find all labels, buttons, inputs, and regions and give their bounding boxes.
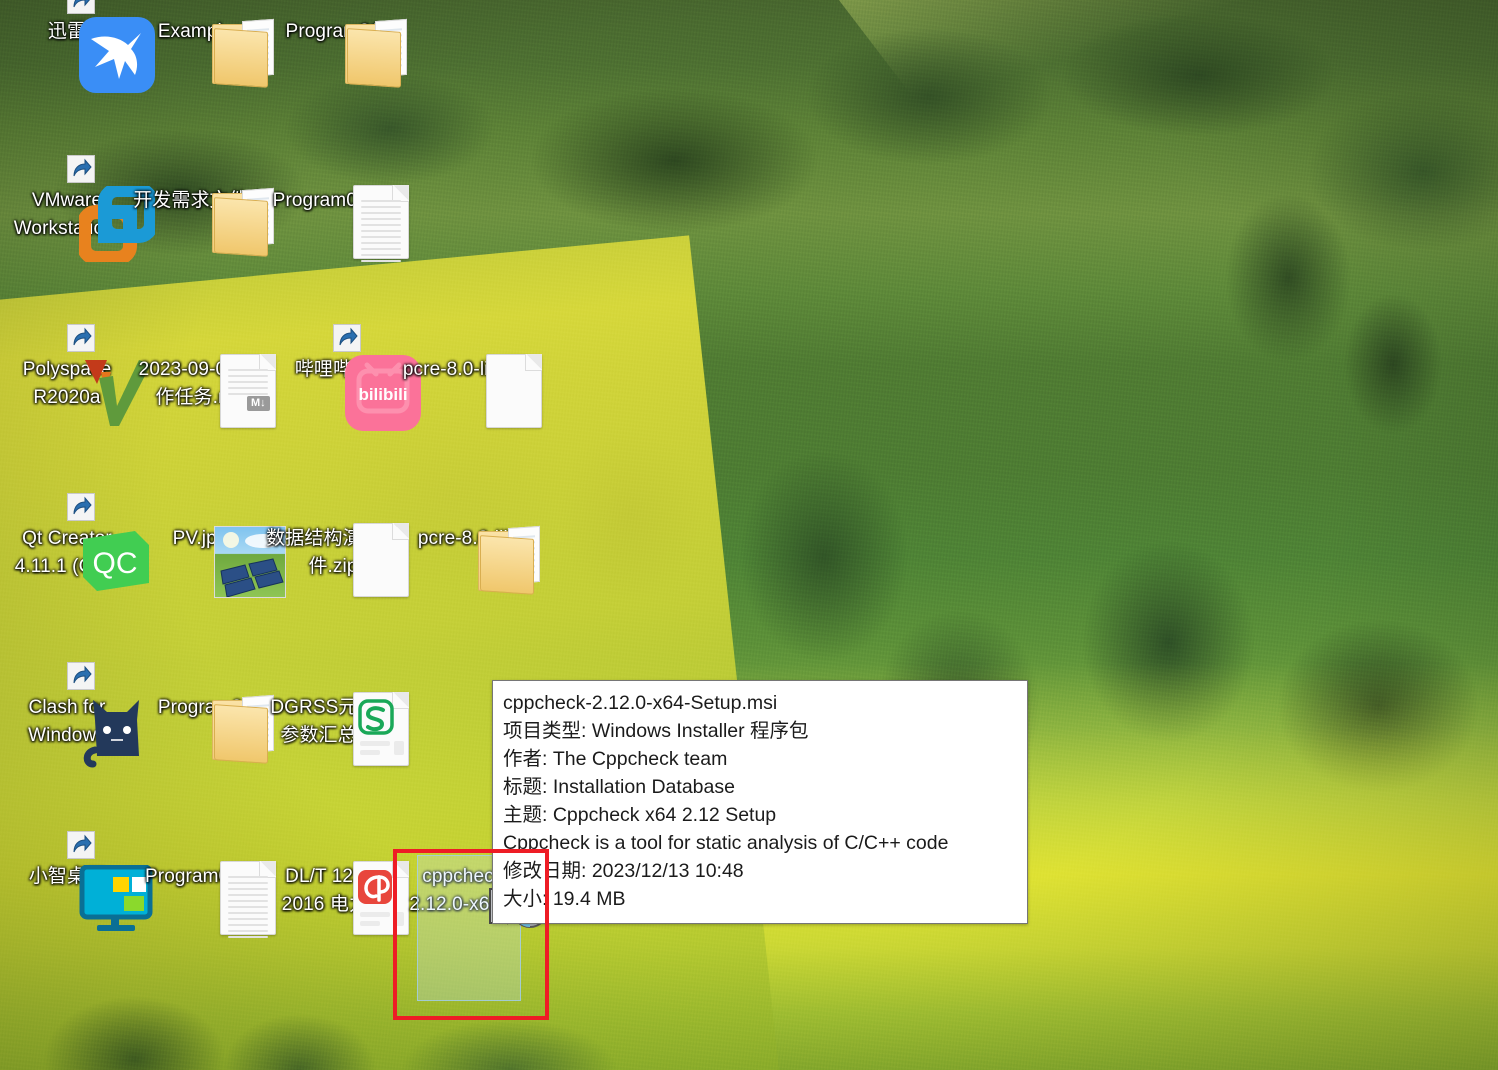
desktop-icon-examples[interactable]: Examples (133, 14, 274, 88)
desktop-background[interactable]: 迅雷 Examples Program01 VMware Workstatio... 开… (0, 0, 1498, 1070)
shortcut-overlay-icon (67, 662, 95, 690)
desktop-icon-devdocs[interactable]: 开发需求文件夹 (133, 183, 274, 257)
desktop-icon-worktask[interactable]: M↓ 2023-09-04 工作任务.md (133, 352, 276, 428)
desktop-icon-dgrssxls[interactable]: DGRSS元器件参数汇总.xls (266, 690, 409, 766)
tooltip-line-modified: 修改日期: 2023/12/13 10:48 (503, 860, 744, 882)
desktop-icon-xiaozhi[interactable]: 小智桌面 (0, 831, 153, 931)
wps-spreadsheet-icon (353, 692, 409, 766)
shortcut-overlay-icon (67, 493, 95, 521)
tooltip-line-subject: 主题: Cppcheck x64 2.12 Setup (503, 804, 777, 826)
shortcut-overlay-icon (67, 324, 95, 352)
tooltip-line-filename: cppcheck-2.12.0-x64-Setup.msi (503, 692, 778, 714)
desktop-icon-dlt1230[interactable]: DL/T 1230-2016 电力... (266, 859, 409, 935)
shortcut-overlay-icon (67, 155, 95, 183)
desktop-icon-program0txt[interactable]: Program0.txt (133, 859, 276, 938)
desktop-icon-vmware[interactable]: VMware Workstatio... (0, 155, 158, 265)
shortcut-overlay-icon (67, 831, 95, 859)
svg-text:bilibili: bilibili (358, 385, 407, 404)
desktop-icon-polyspace[interactable]: Polyspace R2020a (0, 324, 151, 426)
tooltip-line-comment: Cppcheck is a tool for static analysis o… (503, 832, 949, 854)
svg-text:QC: QC (93, 547, 138, 580)
desktop-icon-clash[interactable]: Clash for Windows (0, 662, 139, 768)
file-info-tooltip: cppcheck-2.12.0-x64-Setup.msi 项目类型: Wind… (492, 680, 1028, 924)
folder-icon (345, 18, 419, 88)
blank-file-icon (486, 354, 542, 428)
desktop-icon-program01txt[interactable]: Program01.txt (266, 183, 409, 262)
desktop-icon-program0[interactable]: Program0 (133, 690, 274, 764)
text-file-icon (353, 185, 409, 262)
desktop-icon-bilibili[interactable]: bilibili 哔哩哔哩 (266, 324, 421, 431)
tooltip-line-size: 大小: 19.4 MB (503, 888, 626, 910)
desktop-icon-pcrelib[interactable]: pcre-8.0-lib (399, 521, 540, 595)
tooltip-line-title: 标题: Installation Database (503, 776, 735, 798)
shortcut-overlay-icon (67, 0, 95, 14)
desktop-icon-xunlei[interactable]: 迅雷 (0, 0, 155, 93)
tooltip-line-author: 作者: The Cppcheck team (503, 748, 728, 770)
desktop-icon-pcrezip[interactable]: pcre-8.0-lib.zip (399, 352, 542, 428)
desktop-icon-program01[interactable]: Program01 (266, 14, 407, 88)
tooltip-line-itemtype: 项目类型: Windows Installer 程序包 (503, 720, 809, 742)
desktop-icon-datastructzip[interactable]: 数据结构演示软件.zip (266, 521, 409, 597)
shortcut-overlay-icon (333, 324, 361, 352)
desktop-icon-qtcreator[interactable]: QC Qt Creator 4.11.1 (Co... (0, 493, 149, 591)
folder-icon (478, 525, 552, 595)
desktop-icon-pvjpg[interactable]: PV.jpg (133, 521, 286, 598)
